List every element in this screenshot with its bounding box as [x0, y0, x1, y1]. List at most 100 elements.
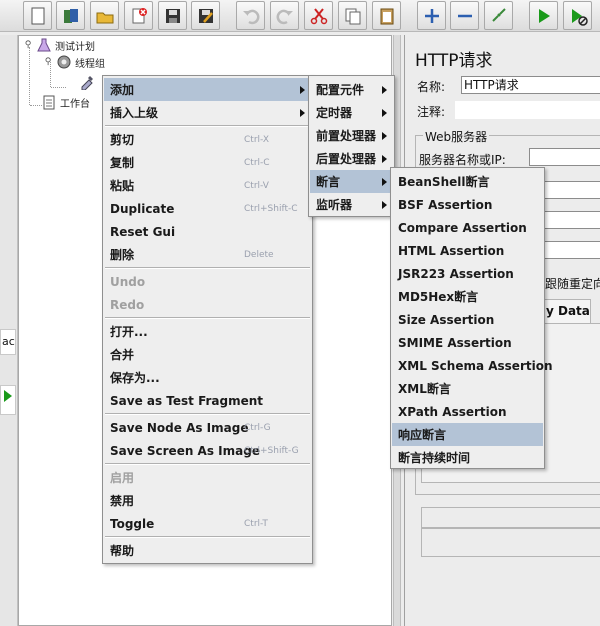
- close-button[interactable]: [124, 1, 153, 30]
- assertion-item-bsf-assertion[interactable]: BSF Assertion: [392, 193, 543, 216]
- tree-node-http-request[interactable]: [79, 74, 98, 90]
- thread-group-icon: [56, 54, 72, 70]
- menu-item-label: 启用: [110, 471, 135, 485]
- menu-item-label: 插入上级: [110, 106, 159, 120]
- menu-item-save-screen-as-image[interactable]: Save Screen As Image Ctrl+Shift-G: [104, 439, 311, 462]
- menu-item-item-5[interactable]: 粘贴 Ctrl-V: [104, 174, 311, 197]
- field-row-3[interactable]: [543, 241, 600, 259]
- assertion-item-size-assertion[interactable]: Size Assertion: [392, 308, 543, 331]
- menu-item-label: Reset Gui: [110, 224, 176, 239]
- add-submenu-item-item-3[interactable]: 后置处理器: [310, 147, 393, 170]
- add-submenu-item-item-0[interactable]: 配置元件: [310, 78, 393, 101]
- assertion-item-beanshell[interactable]: BeanShell断言: [392, 170, 543, 193]
- menu-item-label: Duplicate: [110, 201, 175, 216]
- templates-button[interactable]: [56, 1, 85, 30]
- menu-item-item-13[interactable]: 打开...: [104, 320, 311, 343]
- open-button[interactable]: [90, 1, 119, 30]
- toggle-button[interactable]: [484, 1, 513, 30]
- save-as-button[interactable]: [191, 1, 220, 30]
- start-button[interactable]: [529, 1, 558, 30]
- comment-field[interactable]: [455, 101, 600, 119]
- menu-item-shortcut: Ctrl-G: [244, 422, 271, 433]
- close-icon: [132, 7, 147, 23]
- assertion-item-jsr223-assertion[interactable]: JSR223 Assertion: [392, 262, 543, 285]
- cut-button[interactable]: [304, 1, 333, 30]
- copy-button[interactable]: [338, 1, 367, 30]
- submenu-arrow-icon: [382, 154, 387, 163]
- menu-item-undo[interactable]: Undo: [104, 270, 311, 293]
- save-icon: [165, 8, 180, 23]
- menu-item-shortcut: Ctrl-V: [244, 180, 269, 191]
- new-button[interactable]: [23, 1, 52, 30]
- assertion-item-compare-assertion[interactable]: Compare Assertion: [392, 216, 543, 239]
- menu-item-label: JSR223 Assertion: [398, 266, 514, 281]
- menu-item-item-0[interactable]: 添加: [104, 78, 311, 101]
- menu-item-redo[interactable]: Redo: [104, 293, 311, 316]
- add-submenu: 配置元件定时器前置处理器 后置处理器 断言监听器: [308, 75, 395, 217]
- assertion-item-xpath-assertion[interactable]: XPath Assertion: [392, 400, 543, 423]
- tree-label: 测试计划: [55, 41, 95, 53]
- add-submenu-item-item-1[interactable]: 定时器: [310, 101, 393, 124]
- assertion-item-html-assertion[interactable]: HTML Assertion: [392, 239, 543, 262]
- menu-item-label: XML Schema Assertion: [398, 358, 553, 373]
- submenu-arrow-icon: [382, 108, 387, 117]
- add-submenu-item-item-5[interactable]: 监听器: [310, 193, 393, 216]
- tab-body-data[interactable]: y Data: [543, 299, 591, 323]
- undo-button[interactable]: [236, 1, 265, 30]
- menu-item-toggle[interactable]: Toggle Ctrl-T: [104, 512, 311, 535]
- menu-item-save-node-as-image[interactable]: Save Node As Image Ctrl-G: [104, 416, 311, 439]
- menu-item-item-4[interactable]: 复制 Ctrl-C: [104, 151, 311, 174]
- menu-item-item-1[interactable]: 插入上级: [104, 101, 311, 124]
- menu-item-label: 配置元件: [316, 83, 365, 97]
- assertion-item-xml-schema-assertion[interactable]: XML Schema Assertion: [392, 354, 553, 377]
- add-submenu-item-item-2[interactable]: 前置处理器: [310, 124, 393, 147]
- expand-handle-icon[interactable]: ⚲: [23, 37, 33, 53]
- assertion-item-md5hex[interactable]: MD5Hex断言: [392, 285, 543, 308]
- menu-item-item-14[interactable]: 合并: [104, 343, 311, 366]
- save-button[interactable]: [158, 1, 187, 30]
- server-name-field[interactable]: [529, 148, 600, 166]
- start-no-pause-button[interactable]: [563, 1, 592, 30]
- tree-node-test-plan[interactable]: ⚲ 测试计划: [23, 37, 95, 53]
- menu-item-item-21[interactable]: 启用: [104, 466, 311, 489]
- expand-button[interactable]: [417, 1, 446, 30]
- field-row-1[interactable]: [543, 181, 600, 199]
- tree-node-workbench[interactable]: 工作台: [41, 94, 90, 110]
- name-field[interactable]: HTTP请求: [461, 76, 600, 94]
- follow-redirects-label[interactable]: 跟随重定向: [545, 275, 600, 292]
- assertion-item-item-11[interactable]: 响应断言: [392, 423, 543, 446]
- menu-item-item-22[interactable]: 禁用: [104, 489, 311, 512]
- menu-item-label: 监听器: [316, 198, 353, 212]
- redo-button[interactable]: [270, 1, 299, 30]
- menu-item-reset-gui[interactable]: Reset Gui: [104, 220, 311, 243]
- menu-item-duplicate[interactable]: Duplicate Ctrl+Shift-C: [104, 197, 311, 220]
- submenu-arrow-icon: [382, 131, 387, 140]
- parameters-table[interactable]: [421, 507, 600, 557]
- table-divider: [421, 527, 600, 529]
- left-edge-panel: ac: [0, 35, 18, 626]
- menu-item-shortcut: Ctrl+Shift-C: [244, 203, 298, 214]
- menu-item-save-as-test-fragment[interactable]: Save as Test Fragment: [104, 389, 311, 412]
- submenu-arrow-icon: [382, 85, 387, 94]
- templates-icon: [63, 8, 78, 23]
- paste-button[interactable]: [372, 1, 401, 30]
- menu-item-item-3[interactable]: 剪切 Ctrl-X: [104, 128, 311, 151]
- assertion-item-item-12[interactable]: 断言持续时间: [392, 446, 543, 469]
- assertion-item-xml[interactable]: XML断言: [392, 377, 543, 400]
- menu-item-item-25[interactable]: 帮助: [104, 539, 311, 562]
- collapse-button[interactable]: [450, 1, 479, 30]
- tree-node-thread-group[interactable]: ⚲ 线程组: [43, 54, 105, 70]
- field-row-2[interactable]: [543, 211, 600, 229]
- add-submenu-item-item-4[interactable]: 断言: [310, 170, 393, 193]
- menu-item-label: Save as Test Fragment: [110, 393, 264, 408]
- page-title: HTTP请求: [415, 51, 493, 71]
- expand-handle-icon[interactable]: ⚲: [43, 54, 53, 70]
- menu-separator: [105, 125, 310, 127]
- menu-item-label: 保存为...: [110, 371, 160, 385]
- menu-item-item-15[interactable]: 保存为...: [104, 366, 311, 389]
- menu-item-label: 合并: [110, 348, 135, 362]
- start-no-pause-icon: [571, 8, 588, 26]
- assertion-item-smime-assertion[interactable]: SMIME Assertion: [392, 331, 543, 354]
- menu-item-label: 定时器: [316, 106, 353, 120]
- menu-item-item-8[interactable]: 删除 Delete: [104, 243, 311, 266]
